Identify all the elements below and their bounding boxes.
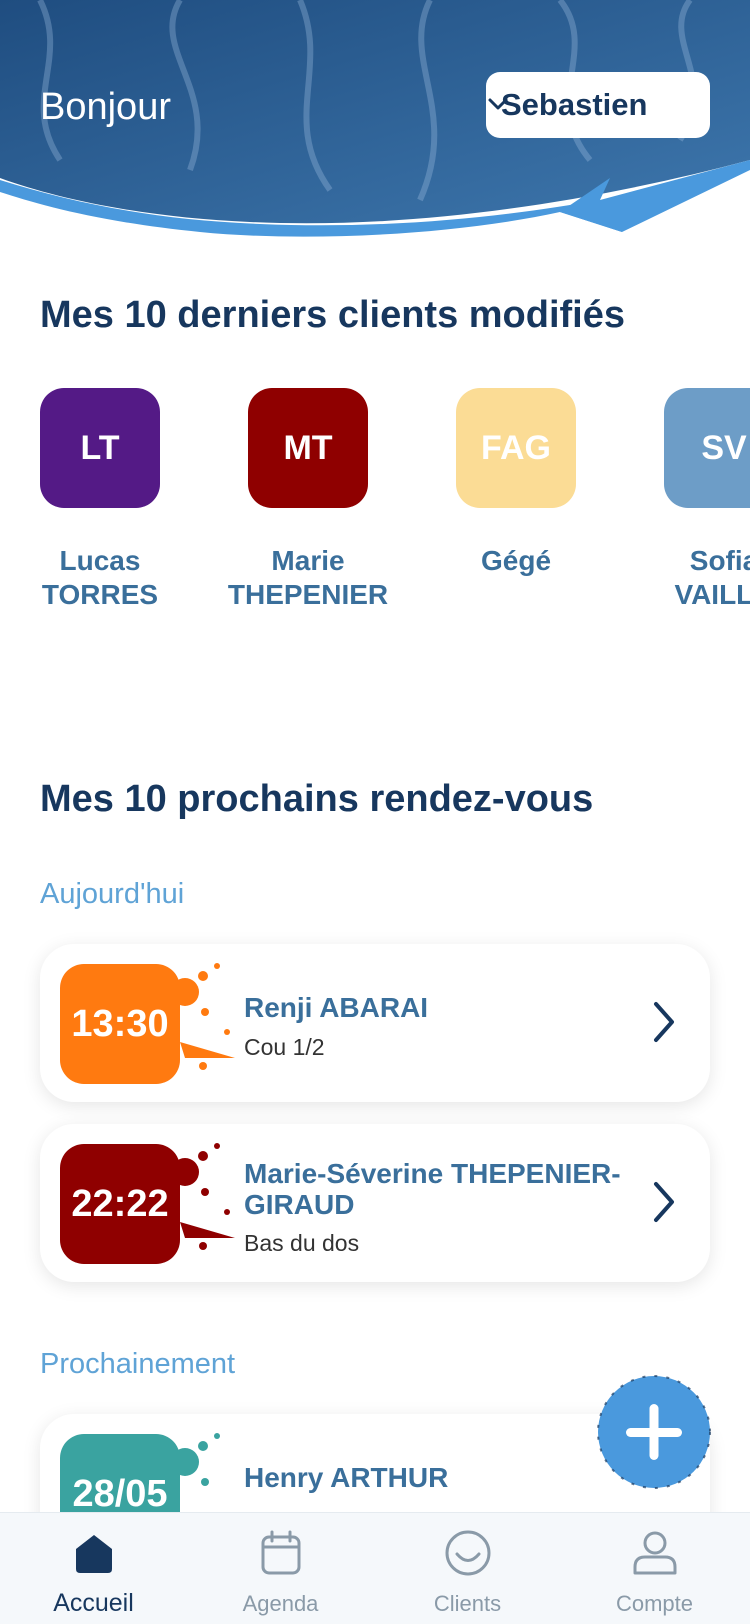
client-item[interactable]: SV Sofia VAILLA (634, 388, 750, 612)
today-label: Aujourd'hui (40, 878, 185, 910)
client-name: Gégé (426, 544, 606, 578)
client-first-name: Sofia (689, 545, 750, 576)
appointment-time: 13:30 (60, 964, 180, 1084)
client-item[interactable]: MT Marie THEPENIER (218, 388, 398, 612)
client-last-name: VAILLA (674, 579, 750, 610)
nav-item-accueil[interactable]: Accueil (0, 1513, 187, 1624)
appointment-time: 28/05 (60, 1434, 180, 1512)
client-item[interactable]: LT Lucas TORRES (40, 388, 190, 612)
user-selector[interactable]: Sebastien (486, 72, 710, 138)
add-appointment-button[interactable] (596, 1374, 712, 1490)
client-last-name: THEPENIER (227, 579, 389, 610)
client-name: Sofia VAILLA (634, 544, 750, 612)
patient-name: Renji ABARAI (244, 992, 429, 1023)
appointment-time: 22:22 (60, 1144, 180, 1264)
greeting-text: Bonjour (40, 86, 171, 128)
nav-label: Agenda (242, 1591, 319, 1616)
nav-label: Accueil (53, 1589, 134, 1617)
chevron-down-icon (488, 98, 508, 110)
recent-clients-title: Mes 10 derniers clients modifiés (40, 294, 626, 336)
client-avatar: SV (664, 388, 750, 508)
client-last-name: TORRES (41, 579, 159, 610)
client-avatar: LT (40, 388, 160, 508)
chevron-right-icon (654, 1182, 674, 1222)
appointments-title: Mes 10 prochains rendez-vous (40, 778, 594, 820)
nav-label: Clients (433, 1591, 502, 1616)
client-avatar: FAG (456, 388, 576, 508)
recent-clients-carousel[interactable]: LT Lucas TORRES MT Marie THEPENIER FAG G… (40, 388, 750, 628)
body-zone: Cou 1/2 (244, 1034, 325, 1060)
client-first-name: Gégé (480, 545, 552, 576)
appointment-card[interactable]: 13:30 Renji ABARAI Cou 1/2 (40, 944, 710, 1102)
chevron-right-icon (654, 1002, 674, 1042)
user-icon (633, 1531, 676, 1575)
user-name: Sebastien (501, 87, 648, 122)
patient-name: Henry ARTHUR (244, 1462, 449, 1493)
smiley-icon (445, 1530, 490, 1576)
client-avatar: MT (248, 388, 368, 508)
nav-item-compte[interactable]: Compte (561, 1513, 748, 1624)
upcoming-label: Prochainement (40, 1348, 236, 1380)
nav-item-clients[interactable]: Clients (374, 1513, 561, 1624)
header-banner: Bonjour Sebastien (0, 0, 750, 240)
patient-name: Marie-Séverine THEPENIER-GIRAUD (244, 1158, 621, 1220)
client-name: Lucas TORRES (40, 544, 190, 612)
nav-label: Compte (615, 1591, 694, 1616)
appointment-card[interactable]: 22:22 Marie-Séverine THEPENIER-GIRAUD Ba… (40, 1124, 710, 1282)
client-first-name: Lucas (59, 545, 141, 576)
client-name: Marie THEPENIER (218, 544, 398, 612)
bottom-navigation: Accueil Agenda Clients Compte (0, 1512, 750, 1624)
nav-item-agenda[interactable]: Agenda (187, 1513, 374, 1624)
home-icon (75, 1535, 112, 1573)
calendar-icon (261, 1530, 300, 1575)
client-item[interactable]: FAG Gégé (426, 388, 606, 578)
client-first-name: Marie (271, 545, 345, 576)
body-zone: Bas du dos (244, 1230, 360, 1256)
